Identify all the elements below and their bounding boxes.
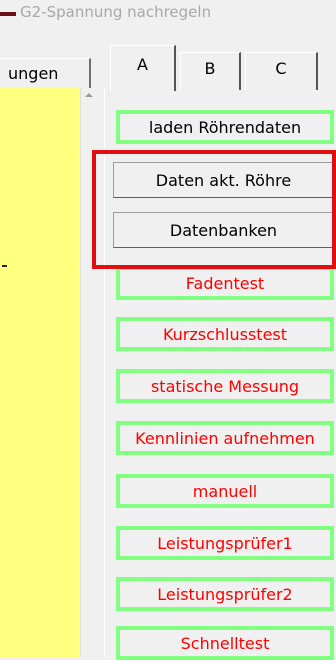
static-measurement-button[interactable]: statische Messung — [116, 369, 334, 403]
power-tester-2-button[interactable]: Leistungsprüfer2 — [116, 577, 334, 611]
filament-test-button[interactable]: Fadentest — [116, 266, 334, 300]
quick-test-button[interactable]: Schnelltest — [116, 626, 334, 660]
power-tester-1-button[interactable]: Leistungsprüfer1 — [116, 526, 334, 560]
record-characteristics-label: Kennlinien aufnehmen — [135, 428, 315, 448]
tab-a[interactable]: A — [110, 45, 176, 91]
tab-b-label: B — [204, 59, 216, 78]
quick-test-label: Schnelltest — [180, 633, 270, 653]
menu-row: G2-Spannung nachregeln — [0, 0, 336, 30]
tab-c-label: C — [275, 59, 287, 78]
manual-button[interactable]: manuell — [116, 474, 334, 508]
current-tube-data-label: Daten akt. Röhre — [155, 170, 292, 190]
menu-item-g2-spannung[interactable]: G2-Spannung nachregeln — [20, 3, 211, 21]
left-panel-scrollbar[interactable] — [80, 88, 98, 657]
left-text-panel[interactable] — [0, 88, 81, 657]
power-tester-1-label: Leistungsprüfer1 — [157, 533, 293, 553]
short-circuit-test-label: Kurzschlusstest — [162, 324, 288, 344]
tab-left-partial[interactable]: ungen — [0, 58, 91, 90]
static-measurement-label: statische Messung — [150, 376, 300, 396]
scroll-up-arrow-icon[interactable] — [85, 93, 93, 97]
databases-button[interactable]: Datenbanken — [113, 212, 334, 248]
manual-label: manuell — [192, 481, 258, 501]
databases-label: Datenbanken — [169, 220, 278, 240]
load-tube-data-label: laden Röhrendaten — [148, 117, 302, 137]
text-cursor-mark — [2, 265, 7, 267]
tab-left-label: ungen — [8, 64, 59, 83]
load-tube-data-button[interactable]: laden Röhrendaten — [116, 110, 334, 144]
menu-marker — [0, 12, 16, 16]
record-characteristics-button[interactable]: Kennlinien aufnehmen — [116, 421, 334, 455]
tab-a-label: A — [137, 55, 148, 74]
tab-b[interactable]: B — [180, 52, 241, 90]
tab-c[interactable]: C — [245, 52, 318, 90]
current-tube-data-button[interactable]: Daten akt. Röhre — [113, 162, 334, 198]
power-tester-2-label: Leistungsprüfer2 — [157, 584, 293, 604]
filament-test-label: Fadentest — [185, 273, 265, 293]
short-circuit-test-button[interactable]: Kurzschlusstest — [116, 317, 334, 351]
